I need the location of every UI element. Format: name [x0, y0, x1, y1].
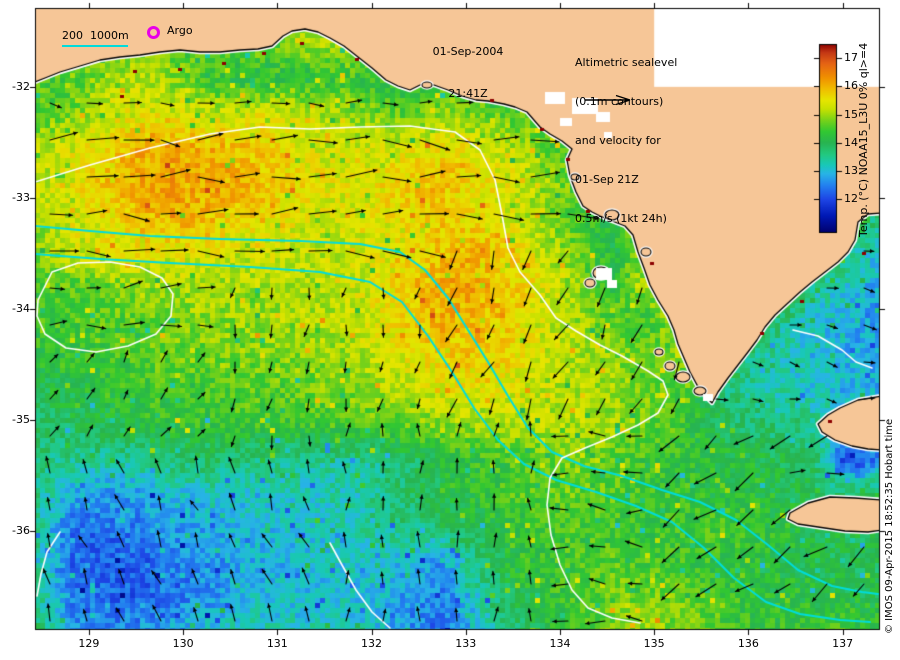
y-tick-label: -35: [12, 413, 30, 427]
sst-map-figure: { "map": { "date_line1": "01-Sep-2004", …: [0, 0, 900, 660]
altimetric-annotation: Altimetric sealevel (0.1m contours) and …: [575, 30, 677, 238]
x-tick-label: 135: [643, 637, 665, 650]
x-tick-label: 134: [549, 637, 571, 650]
x-tick-label: 137: [832, 637, 854, 650]
colorbar-tick-label: 13: [844, 163, 858, 177]
x-tick-label: 131: [266, 637, 288, 650]
colorbar-tick-label: 15: [844, 107, 858, 121]
colorbar-title: Temp. (°C) NOAA15_L3U 0% ql>=4: [857, 42, 870, 237]
colorbar-tick-label: 14: [844, 135, 858, 149]
argo-marker-icon: [147, 26, 160, 39]
argo-legend-label: Argo: [167, 24, 193, 37]
colorbar-tick-label: 12: [844, 192, 858, 206]
annotation-line: Altimetric sealevel: [575, 56, 678, 69]
isobath-line-swatch: [62, 45, 128, 47]
x-tick-label: 133: [455, 637, 477, 650]
x-tick-label: 130: [172, 637, 194, 650]
colorbar-tick-label: 17: [844, 51, 858, 65]
y-tick-label: -32: [12, 79, 30, 93]
date-line-1: 01-Sep-2004: [432, 45, 504, 58]
isobath-legend-label: 200 1000m: [62, 29, 129, 42]
credit-text: © IMOS 09-Apr-2015 18:52:35 Hobart time: [884, 418, 895, 634]
velocity-scale-arrow-icon: [585, 94, 631, 106]
colorbar: [818, 44, 838, 234]
x-tick-label: 132: [361, 637, 383, 650]
colorbar-tick-label: 16: [844, 79, 858, 93]
annotation-line: and velocity for: [575, 134, 661, 147]
date-line-2: 21:41Z: [448, 87, 488, 100]
date-title: 01-Sep-2004 21:41Z: [393, 17, 543, 115]
x-tick-label: 129: [78, 637, 100, 650]
y-tick-label: -36: [12, 524, 30, 538]
y-tick-label: -34: [12, 302, 30, 315]
x-tick-label: 136: [737, 637, 759, 650]
y-tick-label: -33: [12, 190, 30, 204]
annotation-line: 01-Sep 21Z: [575, 173, 639, 186]
annotation-line: 0.5m/s (1kt 24h): [575, 212, 667, 225]
